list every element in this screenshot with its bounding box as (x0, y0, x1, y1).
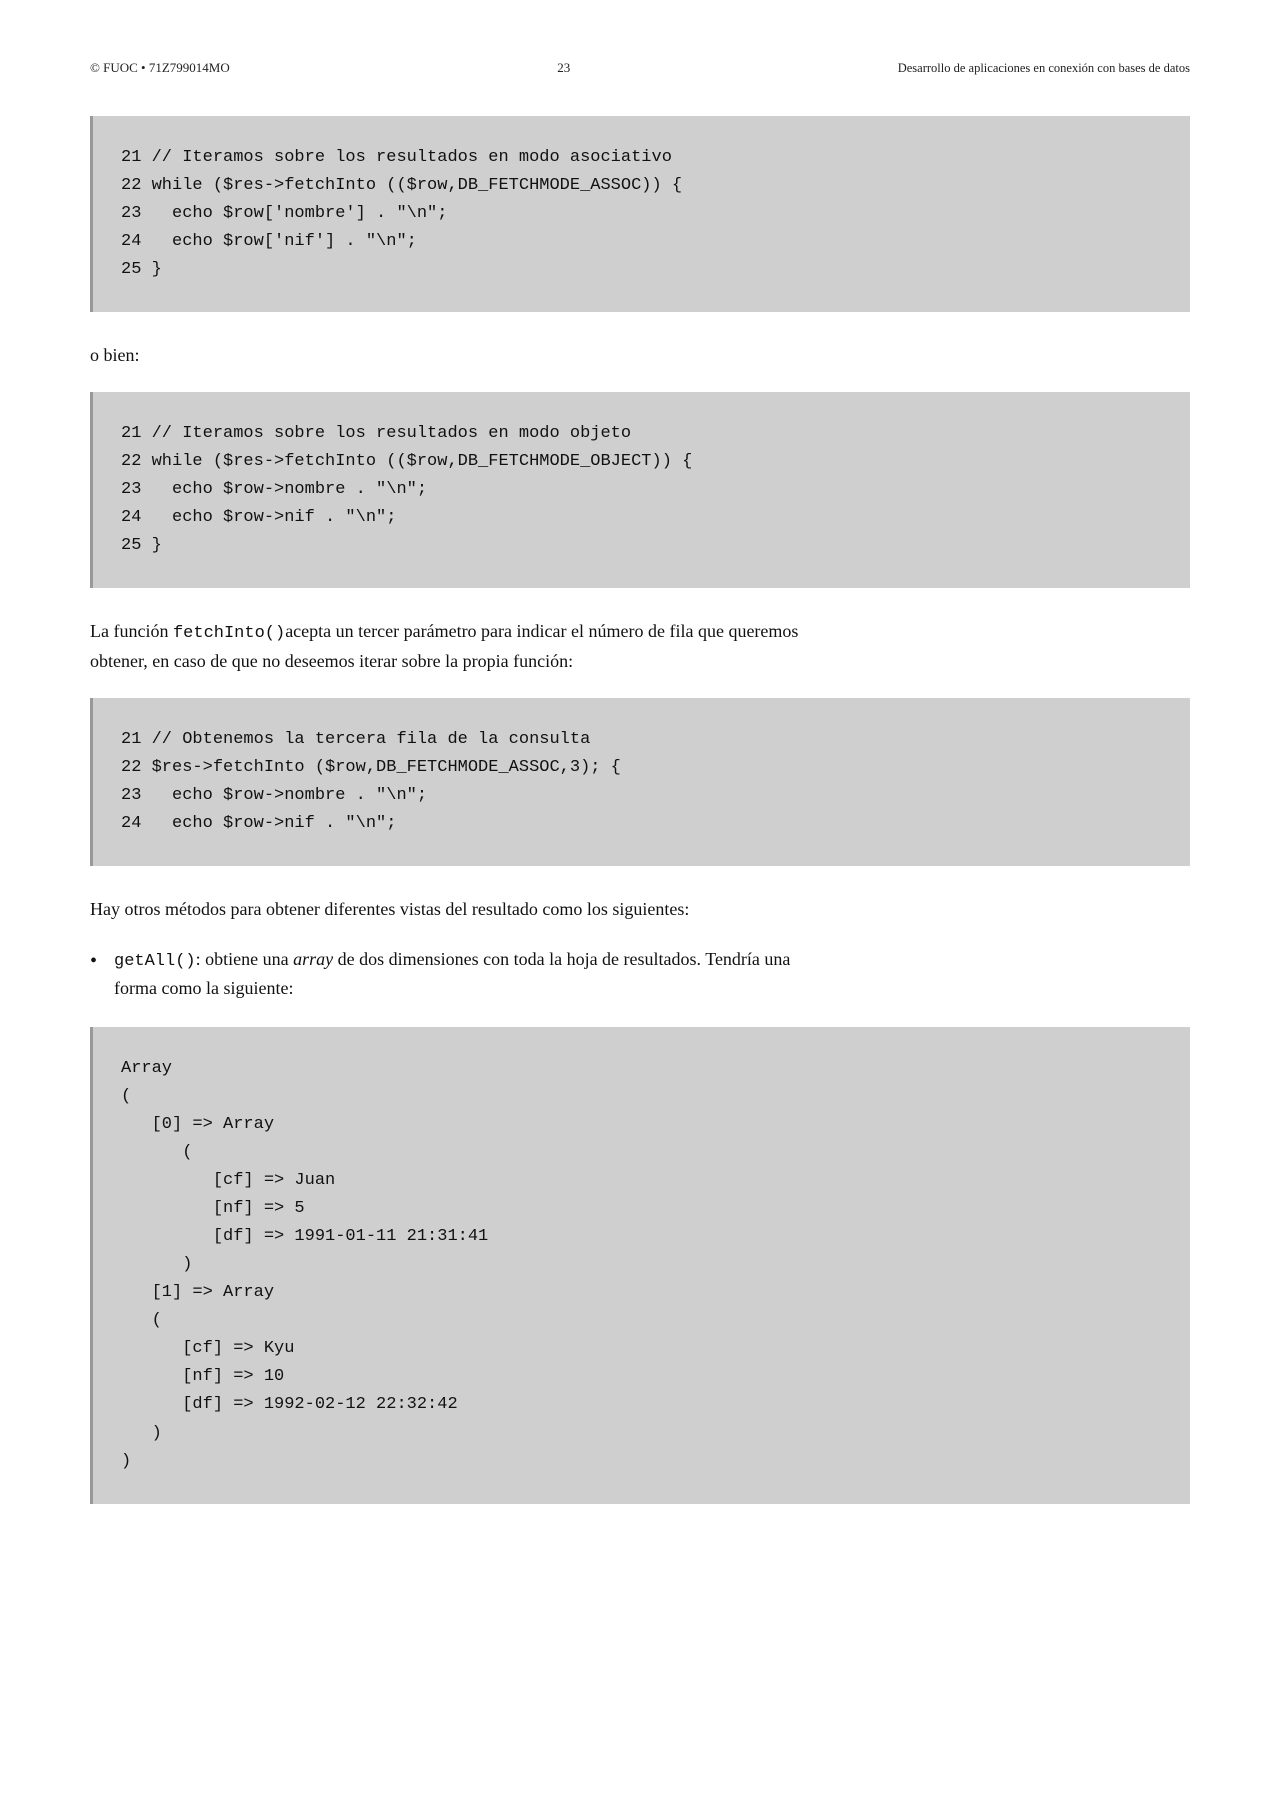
paragraph-or-else: o bien: (90, 342, 810, 370)
paragraph-other-methods: Hay otros métodos para obtener diferente… (90, 896, 810, 924)
header-right: Desarrollo de aplicaciones en conexión c… (898, 61, 1190, 76)
code-block-object: 21 // Iteramos sobre los resultados en m… (90, 392, 1190, 588)
bullet-text-a: : obtiene una (196, 949, 293, 969)
code-block-array-output: Array ( [0] => Array ( [cf] => Juan [nf]… (90, 1027, 1190, 1504)
code-block-assoc: 21 // Iteramos sobre los resultados en m… (90, 116, 1190, 312)
list-item: getAll(): obtiene una array de dos dimen… (90, 946, 830, 1003)
text-pre: La función (90, 621, 173, 641)
paragraph-fetchinto: La función fetchInto()acepta un tercer p… (90, 618, 810, 675)
inline-code-fetchinto: fetchInto() (173, 624, 285, 643)
inline-code-getall: getAll() (114, 952, 196, 971)
bullet-em-array: array (293, 949, 333, 969)
bullet-list: getAll(): obtiene una array de dos dimen… (90, 946, 830, 1003)
code-block-third-row: 21 // Obtenemos la tercera fila de la co… (90, 698, 1190, 866)
page-header: © FUOC • 71Z799014MO 23 Desarrollo de ap… (90, 60, 1190, 76)
page-number: 23 (557, 60, 570, 76)
header-left: © FUOC • 71Z799014MO (90, 60, 230, 76)
